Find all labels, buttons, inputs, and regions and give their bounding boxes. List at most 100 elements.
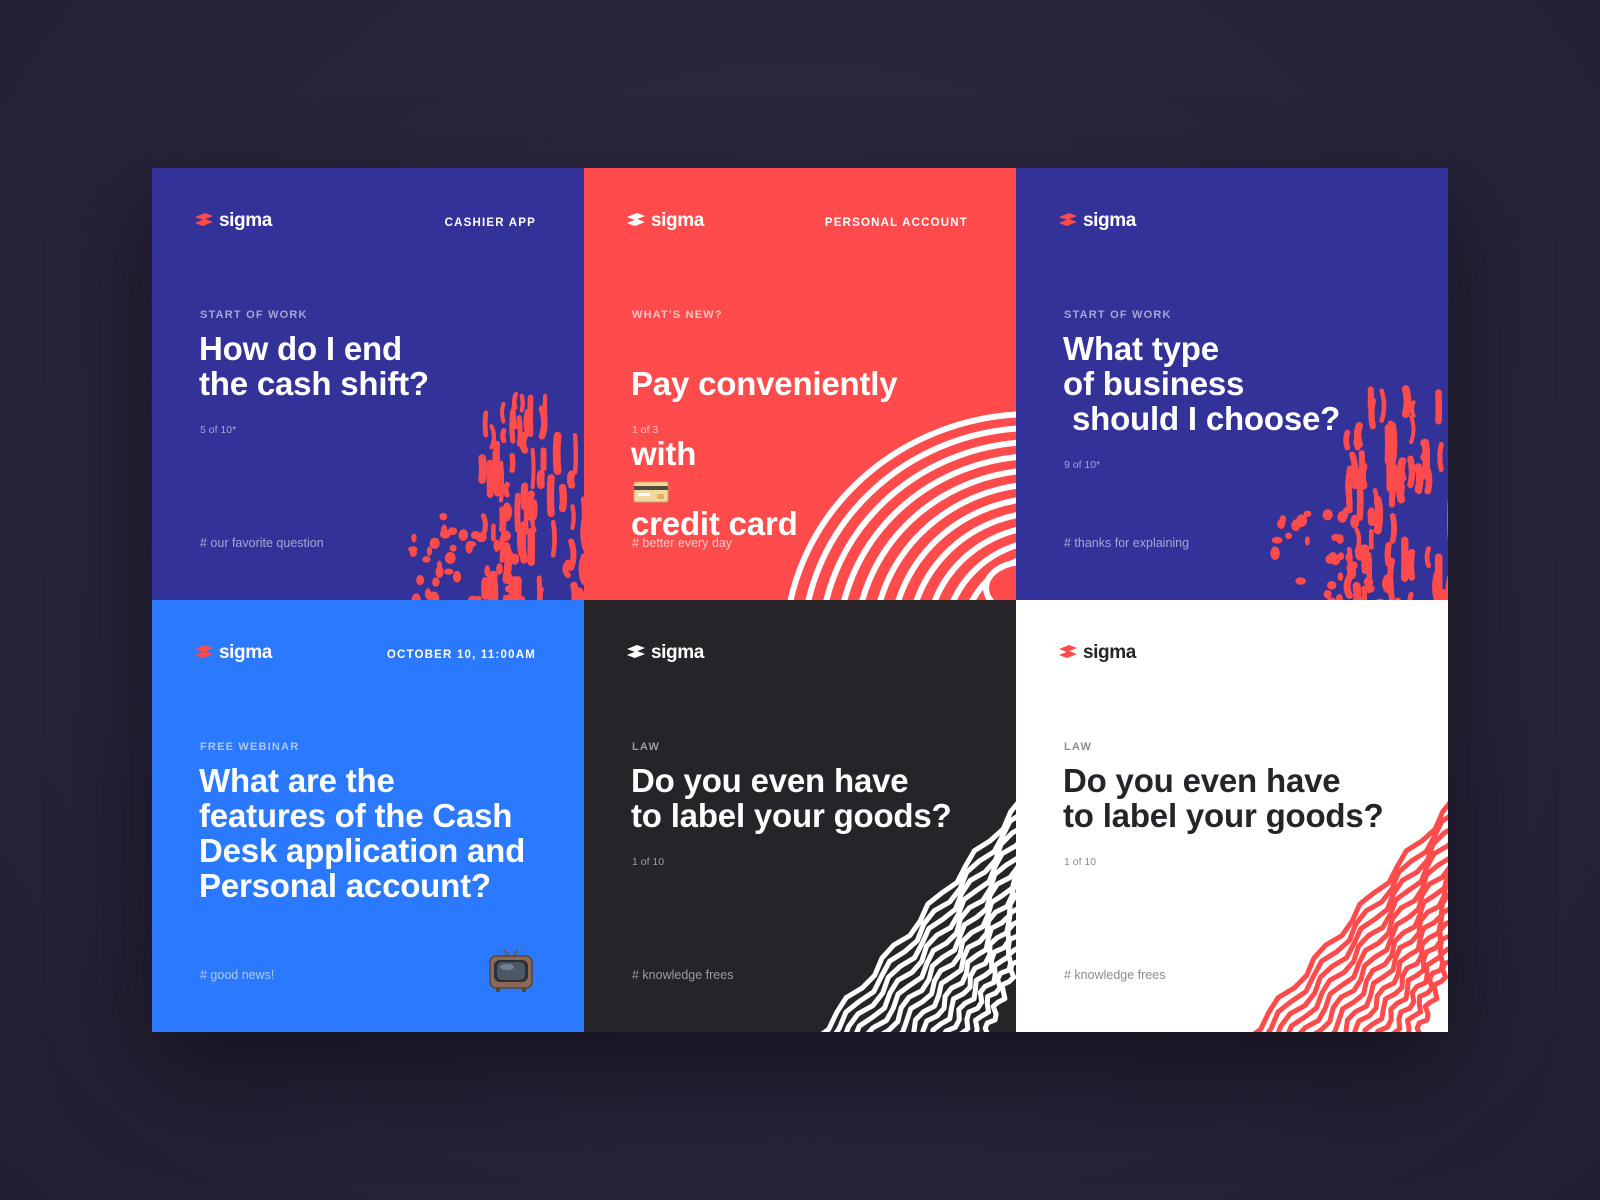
wave-line [959, 933, 1016, 1032]
brand-name: sigma [1083, 642, 1136, 663]
ring-stroke [988, 574, 1016, 600]
blob-dot [409, 549, 417, 557]
sigma-logo: sigma [1057, 210, 1136, 232]
blob-dot [432, 577, 440, 587]
blob-stroke [516, 522, 526, 558]
wave-line [930, 906, 1016, 1032]
blob-dot [1271, 536, 1283, 544]
blob-stroke [1372, 488, 1380, 527]
blob-stroke [1424, 467, 1433, 495]
blob-stroke [1421, 438, 1431, 480]
wave-line [1275, 827, 1448, 1032]
blob-dot [440, 524, 448, 538]
wave-line [1405, 946, 1448, 1032]
blob-dot [1325, 554, 1335, 565]
blob-stroke [493, 440, 501, 485]
blob-dot [470, 530, 481, 540]
wave-line [1362, 906, 1448, 1032]
blob-stroke [1407, 548, 1416, 581]
blob-stroke [1437, 441, 1444, 472]
blob-dot [1350, 561, 1358, 570]
category-label: LAW [632, 741, 661, 753]
card-title: Do you even have to label your goods? [1063, 762, 1384, 834]
blob-stroke [516, 415, 523, 447]
wave-line [1312, 864, 1448, 1032]
blob-stroke [525, 490, 535, 522]
wave-line [1374, 920, 1448, 1032]
sigma-logo: sigma [193, 210, 272, 232]
blob-stroke [503, 502, 513, 522]
brand-name: sigma [219, 642, 272, 663]
webinar-date: OCTOBER 10, 11:00AM [386, 649, 536, 661]
blob-dot [439, 512, 448, 521]
blob-stroke [1345, 465, 1353, 506]
wave-line [880, 864, 1016, 1032]
backdrop: sigma CASHIER APP START OF WORK How do I… [0, 0, 1600, 1200]
hashtag: # good news! [200, 968, 275, 982]
blob-stroke [1388, 581, 1395, 600]
blob-stroke [509, 408, 516, 444]
blob-stroke [1396, 457, 1407, 482]
blob-dot [1342, 507, 1349, 520]
blob-dot [1337, 572, 1344, 581]
card-free-webinar: sigma OCTOBER 10, 11:00AM FREE WEBINAR W… [152, 600, 584, 1032]
card-counter: 1 of 10 [1064, 856, 1097, 868]
card-law-dark: sigma LAW Do you even have to label your… [584, 600, 1016, 1032]
card-grid: sigma CASHIER APP START OF WORK How do I… [152, 168, 1448, 1032]
blob-dot [1295, 577, 1306, 585]
sigma-logo-icon [627, 645, 645, 658]
blob-dot [1346, 564, 1355, 572]
blob-dot [1304, 536, 1310, 546]
blob-dot [444, 568, 454, 575]
blob-stroke [1352, 581, 1362, 600]
blob-dot [504, 585, 512, 593]
blob-dot [408, 546, 418, 553]
blob-stroke [1373, 495, 1384, 535]
blob-dot [416, 574, 425, 586]
blob-stroke [499, 506, 507, 533]
card-counter: 5 of 10* [200, 424, 237, 436]
blob-stroke [1381, 574, 1391, 593]
blob-stroke [518, 520, 528, 564]
brand-name: sigma [651, 642, 704, 663]
wave-line [1297, 856, 1448, 1032]
blob-dot [1365, 580, 1373, 594]
blob-stroke [1353, 433, 1361, 451]
blob-stroke [1386, 577, 1394, 596]
sigma-logo: sigma [193, 642, 272, 664]
blob-stroke [1384, 541, 1392, 568]
sigma-logo: sigma [625, 210, 704, 232]
blob-dot [488, 570, 498, 581]
hashtag: # knowledge frees [1064, 968, 1166, 982]
blob-dot [1323, 589, 1332, 599]
blob-stroke [1424, 546, 1432, 569]
blob-stroke [568, 538, 577, 571]
blob-dot [1336, 534, 1344, 544]
blob-stroke [1352, 461, 1360, 490]
credit-card-icon [633, 481, 669, 503]
blob-dot [484, 565, 491, 577]
sigma-logo: sigma [1057, 642, 1136, 664]
wave-line [1343, 879, 1448, 1032]
wave-line [854, 842, 1016, 1032]
blob-dot [1327, 580, 1337, 590]
blob-stroke [514, 492, 521, 533]
blob-dot [465, 541, 473, 554]
blob-stroke [489, 424, 497, 450]
blob-stroke [1414, 463, 1424, 494]
blob-stroke [570, 504, 576, 531]
blob-stroke [523, 496, 529, 535]
card-law-light: sigma LAW Do you even have to label your… [1016, 600, 1448, 1032]
blob-dot [422, 556, 431, 563]
blob-stroke [1396, 483, 1406, 504]
blob-stroke [1349, 451, 1358, 483]
wave-line [1330, 868, 1448, 1032]
wave-line [1265, 814, 1448, 1032]
blob-stroke [519, 431, 529, 454]
category-label: WHAT'S NEW? [632, 309, 723, 321]
blob-stroke [1387, 557, 1395, 600]
hashtag: # thanks for explaining [1064, 536, 1190, 550]
blob-dot [475, 532, 487, 543]
blob-stroke [550, 519, 558, 558]
blob-stroke [538, 405, 548, 440]
